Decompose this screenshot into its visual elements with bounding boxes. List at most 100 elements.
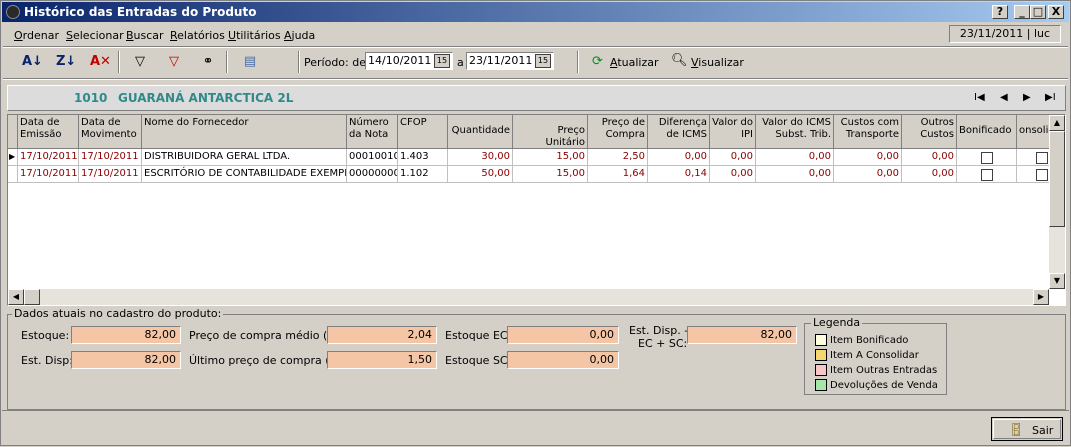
minimize-button[interactable]: _: [1014, 5, 1030, 19]
bonificado-checkbox[interactable]: [957, 166, 1017, 183]
col-header-dif-icms[interactable]: Diferença de ICMS: [648, 115, 710, 149]
table-cell[interactable]: 0,00: [756, 166, 834, 183]
menu-ajuda[interactable]: Ajuda: [284, 29, 315, 42]
col-header-preco-unitario[interactable]: Preço Unitário: [513, 115, 588, 149]
entries-table[interactable]: Data de Emissão Data de Movimento Nome d…: [7, 114, 1066, 306]
vertical-scrollbar[interactable]: ▲ ▼: [1049, 115, 1065, 289]
est-disp-ec-value: 82,00: [687, 326, 797, 344]
table-cell[interactable]: 17/10/2011: [18, 166, 79, 183]
table-cell[interactable]: 0,00: [648, 149, 710, 166]
maximize-button[interactable]: □: [1030, 5, 1046, 19]
nav-last-icon[interactable]: ▶I: [1045, 92, 1056, 103]
col-header-movimento[interactable]: Data de Movimento: [79, 115, 142, 149]
col-header-nota[interactable]: Número da Nota: [347, 115, 398, 149]
table-cell[interactable]: 2,50: [588, 149, 648, 166]
legend-box: Legenda Item Bonificado Item A Consolida…: [804, 316, 947, 395]
scroll-down-icon[interactable]: ▼: [1049, 273, 1065, 289]
col-header-consolidar[interactable]: onsolid: [1017, 115, 1051, 149]
col-header-ipi[interactable]: Valor do IPI: [710, 115, 756, 149]
refresh-icon[interactable]: ⟳: [592, 54, 603, 69]
menu-ordenar[interactable]: Ordenar: [14, 29, 59, 42]
horizontal-scroll-thumb[interactable]: [24, 289, 40, 305]
toolbar: A↓ Z↓ A✕ ▽ ▽ ⚭ ▤ Período: de 14/10/2011 …: [2, 48, 1069, 76]
window-title: Histórico das Entradas do Produto: [24, 5, 257, 19]
consolidar-checkbox[interactable]: [1017, 149, 1051, 166]
table-cell[interactable]: 0,00: [756, 149, 834, 166]
sair-button[interactable]: 🚪︎ Sair: [991, 417, 1063, 441]
filter-icon[interactable]: ▽: [130, 52, 150, 72]
visualizar-button[interactable]: Visualizar: [691, 56, 744, 69]
table-cell[interactable]: 0,00: [710, 149, 756, 166]
col-header-emissao[interactable]: Data de Emissão: [18, 115, 79, 149]
table-cell[interactable]: 00000000: [347, 166, 398, 183]
toolbar-separator: [226, 51, 228, 73]
table-cell[interactable]: 30,00: [448, 149, 513, 166]
table-cell[interactable]: 0,14: [648, 166, 710, 183]
col-header-bonificado[interactable]: Bonificado: [957, 115, 1017, 149]
table-cell[interactable]: ESCRITÓRIO DE CONTABILIDADE EXEMPL: [142, 166, 347, 183]
clear-sort-icon[interactable]: A✕: [90, 52, 111, 72]
help-button[interactable]: ?: [992, 5, 1008, 19]
table-cell[interactable]: 15,00: [513, 166, 588, 183]
product-name: GUARANÁ ANTARCTICA 2L: [118, 91, 294, 105]
table-cell[interactable]: 0,00: [710, 166, 756, 183]
col-header-transporte[interactable]: Custos com Transporte: [834, 115, 902, 149]
status-date-user: 23/11/2011 | luc: [949, 25, 1061, 43]
preview-icon[interactable]: 🔍︎: [671, 53, 688, 68]
table-cell[interactable]: DISTRIBUIDORA GERAL LTDA.: [142, 149, 347, 166]
columns-icon[interactable]: ▤: [240, 52, 260, 72]
atualizar-button[interactable]: Atualizar: [610, 56, 659, 69]
nav-first-icon[interactable]: I◀: [974, 92, 985, 103]
row-indicator-header: [8, 115, 18, 149]
scroll-left-icon[interactable]: ◀: [8, 289, 24, 305]
nav-prev-icon[interactable]: ◀: [1000, 92, 1008, 103]
table-cell[interactable]: 0,00: [902, 166, 957, 183]
menu-relatorios[interactable]: Relatórios: [170, 29, 225, 42]
menu-buscar[interactable]: Buscar: [126, 29, 164, 42]
table-cell[interactable]: 17/10/2011: [79, 166, 142, 183]
bonificado-checkbox[interactable]: [957, 149, 1017, 166]
clear-filter-icon[interactable]: ▽: [164, 52, 184, 72]
estoque-ec-label: Estoque EC:: [445, 329, 512, 342]
table-cell[interactable]: 17/10/2011: [79, 149, 142, 166]
table-cell[interactable]: 00010010: [347, 149, 398, 166]
table-cell[interactable]: 0,00: [902, 149, 957, 166]
legend-swatch: [815, 379, 827, 391]
sort-asc-icon[interactable]: A↓: [22, 52, 43, 72]
calendar-icon[interactable]: 15: [535, 54, 551, 68]
calendar-icon[interactable]: 15: [434, 54, 450, 68]
est-disp-ec-label: Est. Disp. -: [629, 324, 689, 337]
consolidar-checkbox[interactable]: [1017, 166, 1051, 183]
table-cell[interactable]: 1.403: [398, 149, 448, 166]
door-exit-icon: 🚪︎: [1008, 423, 1025, 438]
table-cell[interactable]: 0,00: [834, 149, 902, 166]
col-header-cfop[interactable]: CFOP: [398, 115, 448, 149]
legend-swatch: [815, 349, 827, 361]
app-icon: [6, 5, 20, 19]
binoculars-icon[interactable]: ⚭: [198, 52, 218, 72]
horizontal-scrollbar[interactable]: ◀ ▶: [8, 289, 1049, 305]
col-header-outros[interactable]: Outros Custos: [902, 115, 957, 149]
table-cell[interactable]: 0,00: [834, 166, 902, 183]
scroll-up-icon[interactable]: ▲: [1049, 115, 1065, 131]
table-cell[interactable]: 17/10/2011: [18, 149, 79, 166]
sort-desc-icon[interactable]: Z↓: [56, 52, 76, 72]
table-cell[interactable]: 1,64: [588, 166, 648, 183]
col-header-fornecedor[interactable]: Nome do Fornecedor: [142, 115, 347, 149]
table-cell[interactable]: 50,00: [448, 166, 513, 183]
table-cell[interactable]: 1.102: [398, 166, 448, 183]
nav-next-icon[interactable]: ▶: [1023, 92, 1031, 103]
menu-utilitarios[interactable]: Utilitários: [228, 29, 281, 42]
close-button[interactable]: X: [1048, 5, 1064, 19]
col-header-icms-st[interactable]: Valor do ICMS Subst. Trib.: [756, 115, 834, 149]
est-disp-label: Est. Disp:: [21, 354, 73, 367]
estoque-label: Estoque:: [21, 329, 70, 342]
scroll-right-icon[interactable]: ▶: [1033, 289, 1049, 305]
table-cell[interactable]: 15,00: [513, 149, 588, 166]
toolbar-separator: [298, 51, 300, 73]
col-header-preco-compra[interactable]: Preço de Compra: [588, 115, 648, 149]
vertical-scroll-thumb[interactable]: [1049, 131, 1065, 227]
summary-title: Dados atuais no cadastro do produto:: [12, 307, 224, 320]
menu-selecionar[interactable]: Selecionar: [66, 29, 124, 42]
col-header-quantidade[interactable]: Quantidade: [448, 115, 513, 149]
